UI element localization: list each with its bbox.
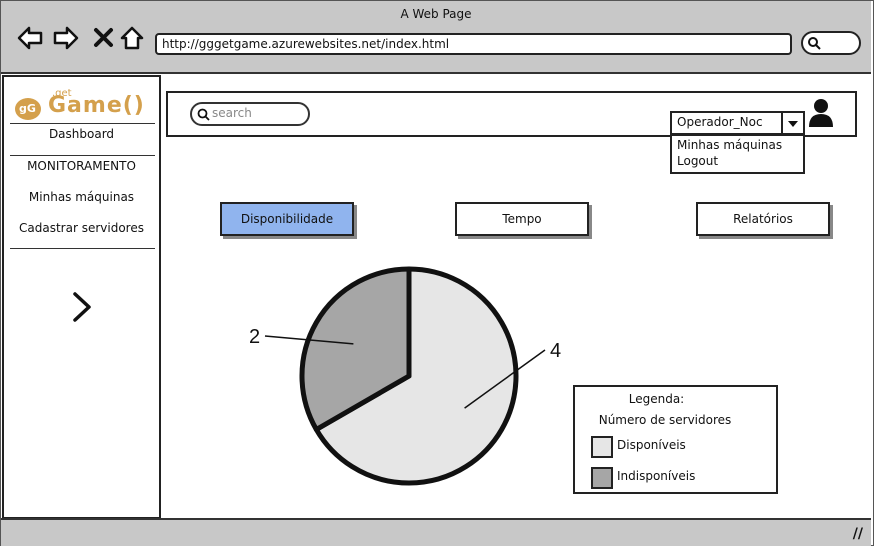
legend-subtitle: Número de servidores	[598, 413, 732, 427]
resize-grip-icon[interactable]: //	[853, 526, 863, 542]
user-dropdown[interactable]: Operador_Noc	[670, 111, 805, 135]
status-bar: //	[1, 518, 871, 546]
sidebar-divider	[10, 155, 155, 156]
legend-label-indisponiveis: Indisponíveis	[617, 469, 696, 483]
pie-data-label: 4	[550, 340, 561, 362]
address-bar[interactable]: http://gggetgame.azurewebsites.net/index…	[155, 33, 792, 55]
home-icon[interactable]	[119, 25, 145, 51]
back-arrow-icon[interactable]	[17, 25, 43, 51]
pie-chart: 42	[249, 266, 561, 486]
browser-search-field[interactable]	[801, 31, 861, 55]
chevron-right-icon[interactable]	[70, 290, 94, 324]
sidebar-item-monitoramento[interactable]: MONITORAMENTO	[4, 159, 159, 173]
search-icon	[808, 37, 821, 50]
menu-item-minhas-maquinas[interactable]: Minhas máquinas	[677, 138, 782, 152]
chevron-down-icon	[788, 121, 798, 127]
tab-disponibilidade[interactable]: Disponibilidade	[220, 202, 354, 236]
window-title: A Web Page	[400, 7, 472, 21]
chart-legend: Legenda: Número de servidores Disponívei…	[573, 385, 778, 494]
logo: gG .get Game()	[14, 88, 154, 125]
tab-tempo[interactable]: Tempo	[455, 202, 589, 236]
legend-label-disponiveis: Disponíveis	[617, 438, 686, 452]
logo-name: Game()	[48, 93, 145, 118]
dropdown-toggle[interactable]	[781, 113, 803, 133]
sidebar-divider	[10, 123, 155, 124]
sidebar-divider	[10, 248, 155, 249]
logo-prefix: gG	[19, 102, 36, 115]
forward-arrow-icon[interactable]	[53, 25, 79, 51]
pie-data-label: 2	[249, 326, 260, 348]
tab-relatorios[interactable]: Relatórios	[696, 202, 830, 236]
menu-item-logout[interactable]: Logout	[677, 154, 718, 168]
browser-titlebar: A Web Page http://gggetgame.azurewebsite…	[1, 1, 871, 74]
search-placeholder: search	[212, 106, 252, 120]
search-input[interactable]: search	[190, 102, 310, 126]
sidebar-item-dashboard[interactable]: Dashboard	[4, 127, 159, 141]
user-dropdown-value: Operador_Noc	[677, 115, 763, 129]
sidebar-item-cadastrar-servidores[interactable]: Cadastrar servidores	[4, 221, 159, 235]
sidebar-item-minhas-maquinas[interactable]: Minhas máquinas	[4, 190, 159, 204]
legend-swatch-indisponiveis	[591, 467, 613, 489]
stop-x-icon[interactable]	[91, 25, 117, 51]
user-avatar-icon[interactable]	[808, 98, 834, 128]
search-icon	[197, 108, 210, 121]
legend-swatch-disponiveis	[591, 436, 613, 458]
user-menu: Minhas máquinas Logout	[670, 134, 805, 174]
sidebar: gG .get Game() Dashboard MONITORAMENTO M…	[2, 75, 161, 519]
legend-title: Legenda:	[628, 392, 685, 406]
